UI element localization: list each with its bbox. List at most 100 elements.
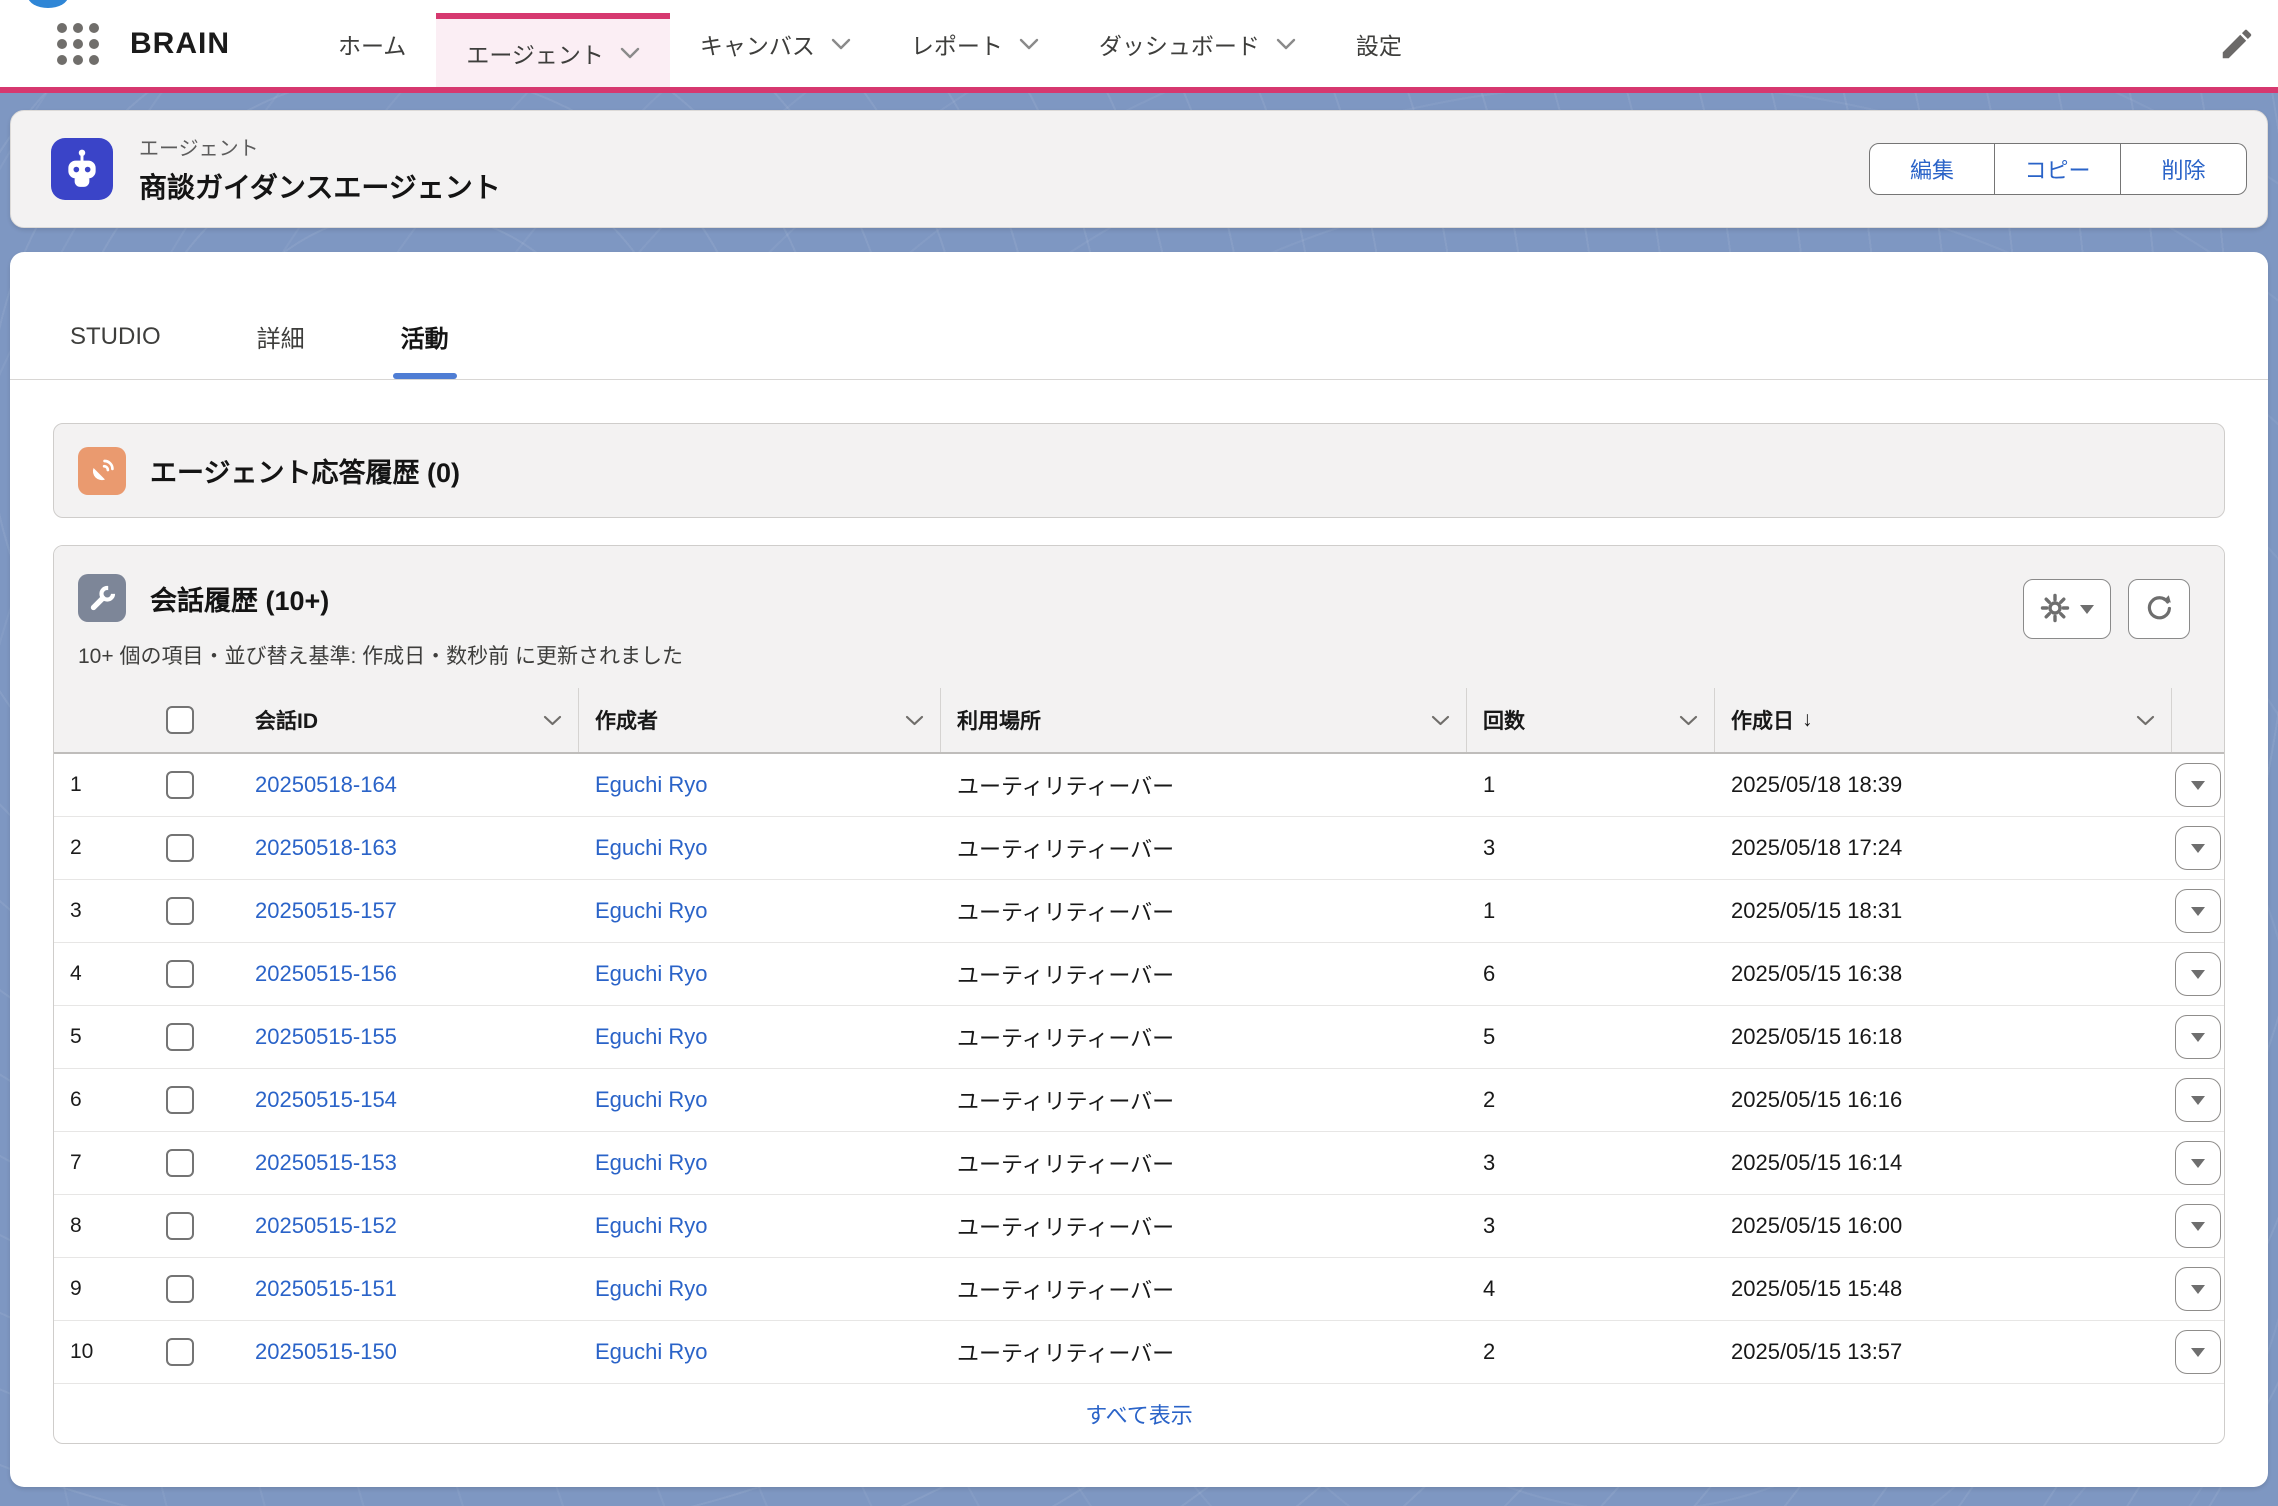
row-actions-button[interactable] <box>2175 1015 2221 1059</box>
tab-activity[interactable]: 活動 <box>401 294 449 379</box>
show-all-link[interactable]: すべて表示 <box>1085 1398 1193 1430</box>
conversation-id-link[interactable]: 20250518-163 <box>255 835 397 860</box>
row-checkbox[interactable] <box>166 897 194 925</box>
row-actions-button[interactable] <box>2175 763 2221 807</box>
row-number: 6 <box>54 1088 166 1112</box>
chevron-down-icon[interactable] <box>620 47 640 59</box>
row-checkbox[interactable] <box>166 1086 194 1114</box>
row-actions-button[interactable] <box>2175 1330 2221 1374</box>
creator-link[interactable]: Eguchi Ryo <box>595 961 708 986</box>
chevron-down-icon[interactable] <box>533 715 562 726</box>
nav-item-dashboard[interactable]: ダッシュボード <box>1069 0 1326 87</box>
row-checkbox-cell <box>166 1338 239 1366</box>
conversation-id-link[interactable]: 20250515-154 <box>255 1087 397 1112</box>
conversation-id-link[interactable]: 20250515-152 <box>255 1213 397 1238</box>
creator-link[interactable]: Eguchi Ryo <box>595 1024 708 1049</box>
conversation-id-link[interactable]: 20250515-156 <box>255 961 397 986</box>
column-header-count[interactable]: 回数 <box>1467 688 1715 752</box>
column-header-conversation-id[interactable]: 会話ID <box>239 688 579 752</box>
delete-button[interactable]: 削除 <box>2121 143 2247 195</box>
chevron-down-icon[interactable] <box>1669 715 1698 726</box>
conversation-id-link[interactable]: 20250515-153 <box>255 1150 397 1175</box>
row-checkbox[interactable] <box>166 1275 194 1303</box>
conversation-id-link[interactable]: 20250515-157 <box>255 898 397 923</box>
nav-item-home[interactable]: ホーム <box>308 0 436 87</box>
column-header-created-date[interactable]: 作成日 ↓ <box>1715 688 2172 752</box>
list-meta: 10+ 個の項目・並び替え基準: 作成日・数秒前 に更新されました <box>78 640 2200 670</box>
caret-down-icon <box>2191 1222 2205 1231</box>
conversation-id-link[interactable]: 20250518-164 <box>255 772 397 797</box>
column-header-creator[interactable]: 作成者 <box>579 688 941 752</box>
list-settings-button[interactable] <box>2023 579 2111 639</box>
chevron-down-icon[interactable] <box>1421 715 1450 726</box>
edit-button[interactable]: 編集 <box>1869 143 1995 195</box>
creator-link[interactable]: Eguchi Ryo <box>595 772 708 797</box>
app-name: BRAIN <box>130 27 230 61</box>
row-checkbox[interactable] <box>166 1149 194 1177</box>
nav-item-agent[interactable]: エージェント <box>436 13 670 87</box>
row-actions-button[interactable] <box>2175 1141 2221 1185</box>
tab-studio[interactable]: STUDIO <box>70 294 161 379</box>
gear-icon <box>2040 593 2070 626</box>
nav-item-settings[interactable]: 設定 <box>1326 0 1432 87</box>
table-row: 8 20250515-152 Eguchi Ryo ユーティリティーバー 3 2… <box>54 1195 2224 1258</box>
refresh-button[interactable] <box>2128 579 2190 639</box>
table-row: 9 20250515-151 Eguchi Ryo ユーティリティーバー 4 2… <box>54 1258 2224 1321</box>
row-actions-button[interactable] <box>2175 1267 2221 1311</box>
caret-down-icon <box>2191 1033 2205 1042</box>
place-cell: ユーティリティーバー <box>941 1210 1467 1242</box>
copy-button[interactable]: コピー <box>1995 143 2121 195</box>
creator-link[interactable]: Eguchi Ryo <box>595 835 708 860</box>
chevron-down-icon[interactable] <box>831 38 851 50</box>
row-checkbox[interactable] <box>166 834 194 862</box>
row-actions-button[interactable] <box>2175 1204 2221 1248</box>
creator-link[interactable]: Eguchi Ryo <box>595 1087 708 1112</box>
created-date-cell: 2025/05/15 13:57 <box>1715 1339 2172 1365</box>
list-controls <box>2023 579 2190 639</box>
row-actions-button[interactable] <box>2175 1078 2221 1122</box>
conversation-history-card: 会話履歴 (10+) 10+ 個の項目・並び替え基準: 作成日・数秒前 に更新さ… <box>53 545 2225 1444</box>
conversation-id-link[interactable]: 20250515-151 <box>255 1276 397 1301</box>
wrench-icon <box>78 574 126 622</box>
row-number: 3 <box>54 899 166 923</box>
record-body: STUDIO 詳細 活動 エージェント応答履歴 (0) <box>10 252 2268 1487</box>
nav-item-report[interactable]: レポート <box>881 0 1069 87</box>
row-checkbox-cell <box>166 1275 239 1303</box>
row-checkbox[interactable] <box>166 771 194 799</box>
conversation-id-link[interactable]: 20250515-150 <box>255 1339 397 1364</box>
row-checkbox[interactable] <box>166 1338 194 1366</box>
caret-down-icon <box>2191 970 2205 979</box>
chevron-down-icon[interactable] <box>2126 715 2155 726</box>
edit-pencil-icon[interactable] <box>2218 25 2256 63</box>
creator-link[interactable]: Eguchi Ryo <box>595 1213 708 1238</box>
row-actions-button[interactable] <box>2175 889 2221 933</box>
app-launcher-icon[interactable] <box>54 20 102 68</box>
creator-link[interactable]: Eguchi Ryo <box>595 1150 708 1175</box>
row-actions-button[interactable] <box>2175 826 2221 870</box>
count-cell: 1 <box>1467 898 1715 924</box>
entity-label: エージェント <box>139 132 501 161</box>
row-checkbox-cell <box>166 1086 239 1114</box>
row-checkbox[interactable] <box>166 1212 194 1240</box>
created-date-cell: 2025/05/15 16:00 <box>1715 1213 2172 1239</box>
row-actions-button[interactable] <box>2175 952 2221 996</box>
nav-items: ホーム エージェント キャンバス レポート ダッシュボード 設定 <box>308 0 1432 87</box>
chevron-down-icon[interactable] <box>1019 38 1039 50</box>
record-tabs: STUDIO 詳細 活動 <box>10 252 2268 380</box>
conversation-id-link[interactable]: 20250515-155 <box>255 1024 397 1049</box>
nav-item-canvas[interactable]: キャンバス <box>670 0 881 87</box>
row-checkbox[interactable] <box>166 1023 194 1051</box>
creator-link[interactable]: Eguchi Ryo <box>595 898 708 923</box>
creator-link[interactable]: Eguchi Ryo <box>595 1276 708 1301</box>
count-cell: 2 <box>1467 1087 1715 1113</box>
creator-link[interactable]: Eguchi Ryo <box>595 1339 708 1364</box>
chevron-down-icon[interactable] <box>895 715 924 726</box>
row-checkbox[interactable] <box>166 960 194 988</box>
chevron-down-icon[interactable] <box>1276 38 1296 50</box>
select-all-checkbox[interactable] <box>166 706 194 734</box>
column-header-place[interactable]: 利用場所 <box>941 688 1467 752</box>
tab-details[interactable]: 詳細 <box>257 294 305 379</box>
row-number: 4 <box>54 962 166 986</box>
response-history-card[interactable]: エージェント応答履歴 (0) <box>53 423 2225 518</box>
row-number: 1 <box>54 773 166 797</box>
